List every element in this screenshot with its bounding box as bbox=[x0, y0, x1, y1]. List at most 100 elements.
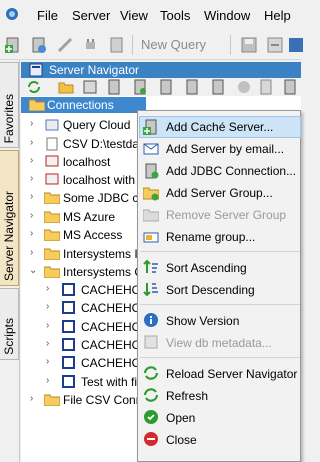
menu-show-version[interactable]: Show Version bbox=[166, 314, 239, 328]
close-icon bbox=[144, 432, 158, 446]
menu-close[interactable]: Close bbox=[166, 433, 197, 447]
tab-scripts[interactable]: Scripts bbox=[0, 288, 19, 360]
server-navigator-icon bbox=[29, 63, 43, 77]
tree-item[interactable]: CACHEHO bbox=[81, 283, 141, 297]
menu-separator bbox=[140, 304, 300, 305]
menu-view[interactable]: View bbox=[120, 8, 148, 23]
open-folder-icon[interactable] bbox=[58, 79, 74, 95]
email-server-icon bbox=[143, 143, 159, 155]
tree-root-connections[interactable]: Connections bbox=[47, 98, 114, 112]
overflow-icon[interactable] bbox=[287, 36, 305, 54]
tree-item[interactable]: localhost with bbox=[63, 173, 135, 187]
stop-icon[interactable] bbox=[236, 79, 252, 95]
server-settings-icon[interactable] bbox=[30, 36, 48, 54]
add-server-icon bbox=[143, 119, 157, 135]
menu-add-cache-server[interactable]: Add Caché Server... bbox=[166, 120, 273, 134]
server-remove-icon[interactable] bbox=[258, 79, 274, 95]
menu-sort-descending[interactable]: Sort Descending bbox=[166, 283, 255, 297]
remove-group-icon bbox=[143, 209, 159, 222]
tree-item[interactable]: MS Azure bbox=[63, 210, 115, 224]
panel-title: Server Navigator bbox=[49, 63, 140, 77]
chevron-down-icon[interactable]: ⌄ bbox=[29, 265, 37, 276]
red-server-icon bbox=[45, 173, 59, 185]
add-jdbc-icon bbox=[145, 163, 159, 179]
info-icon bbox=[144, 313, 158, 327]
tab-server-navigator[interactable]: Server Navigator bbox=[0, 150, 19, 286]
tree-item[interactable]: Query Cloud bbox=[63, 118, 130, 132]
refresh-icon[interactable] bbox=[26, 79, 42, 95]
tree-item[interactable]: localhost bbox=[63, 155, 110, 169]
csv-file-icon bbox=[46, 137, 58, 151]
add-folder-icon[interactable] bbox=[82, 79, 98, 95]
chevron-right-icon[interactable]: › bbox=[30, 137, 33, 148]
menu-open[interactable]: Open bbox=[166, 411, 195, 425]
chevron-right-icon[interactable]: › bbox=[46, 356, 49, 367]
save-icon[interactable] bbox=[240, 36, 258, 54]
rename-icon bbox=[143, 232, 159, 243]
menu-sort-ascending[interactable]: Sort Ascending bbox=[166, 261, 247, 275]
server-info-icon[interactable] bbox=[210, 79, 226, 95]
tree-item[interactable]: CACHEHO bbox=[81, 338, 141, 352]
menu-refresh[interactable]: Refresh bbox=[166, 389, 208, 403]
folder-icon bbox=[44, 211, 60, 223]
tree-item[interactable]: CACHEHO bbox=[81, 301, 141, 315]
menu-add-server-by-email[interactable]: Add Server by email... bbox=[166, 142, 284, 156]
tree-item[interactable]: File CSV Conn bbox=[63, 393, 142, 407]
server-edit-icon[interactable] bbox=[158, 79, 174, 95]
chevron-right-icon[interactable]: › bbox=[30, 191, 33, 202]
tree-item[interactable]: Intersystems II bbox=[63, 247, 141, 261]
menu-separator bbox=[140, 251, 300, 252]
add-server-icon[interactable] bbox=[4, 36, 22, 54]
chevron-right-icon[interactable]: › bbox=[30, 393, 33, 404]
menu-rename-group[interactable]: Rename group... bbox=[166, 230, 255, 244]
server-icon[interactable] bbox=[106, 79, 122, 95]
menu-remove-server-group: Remove Server Group bbox=[166, 208, 287, 222]
folder-open-icon bbox=[29, 99, 45, 111]
database-icon bbox=[62, 301, 75, 314]
folder-open-icon bbox=[44, 266, 60, 278]
menu-server[interactable]: Server bbox=[72, 8, 110, 23]
chevron-right-icon[interactable]: › bbox=[46, 283, 49, 294]
chevron-right-icon[interactable]: › bbox=[46, 375, 49, 386]
database-icon bbox=[62, 356, 75, 369]
tree-item[interactable]: MS Access bbox=[63, 228, 122, 242]
server-edit-icon[interactable] bbox=[282, 79, 298, 95]
chevron-right-icon[interactable]: › bbox=[30, 228, 33, 239]
reload-icon bbox=[143, 366, 159, 380]
plug-icon[interactable] bbox=[82, 36, 100, 54]
server-sync-icon[interactable] bbox=[184, 79, 200, 95]
chevron-right-icon[interactable]: › bbox=[30, 118, 33, 129]
menu-file[interactable]: File bbox=[37, 8, 58, 23]
tree-item[interactable]: Intersystems C bbox=[63, 265, 143, 279]
chevron-right-icon[interactable]: › bbox=[30, 247, 33, 258]
chevron-right-icon[interactable]: › bbox=[30, 155, 33, 166]
menu-tools[interactable]: Tools bbox=[160, 8, 190, 23]
tree-item[interactable]: CACHEHO bbox=[81, 356, 141, 370]
chevron-right-icon[interactable]: › bbox=[46, 320, 49, 331]
cloud-server-icon bbox=[45, 119, 59, 131]
menu-help[interactable]: Help bbox=[264, 8, 291, 23]
new-query-button[interactable]: New Query bbox=[141, 37, 206, 52]
chevron-right-icon[interactable]: › bbox=[46, 338, 49, 349]
menu-add-jdbc-connection[interactable]: Add JDBC Connection... bbox=[166, 164, 296, 178]
folder-icon bbox=[44, 248, 60, 260]
chevron-right-icon[interactable]: › bbox=[30, 173, 33, 184]
menu-window[interactable]: Window bbox=[204, 8, 250, 23]
menu-add-server-group[interactable]: Add Server Group... bbox=[166, 186, 273, 200]
add-group-icon bbox=[143, 187, 159, 201]
menu-reload-server-navigator[interactable]: Reload Server Navigator bbox=[166, 367, 297, 381]
server-add-icon[interactable] bbox=[132, 79, 148, 95]
export-icon[interactable] bbox=[266, 36, 284, 54]
database-icon bbox=[62, 375, 75, 388]
chevron-right-icon[interactable]: › bbox=[30, 210, 33, 221]
disconnect-icon[interactable] bbox=[56, 36, 74, 54]
tree-item[interactable]: Some JDBC co bbox=[63, 191, 145, 205]
tree-item[interactable]: CACHEHO bbox=[81, 320, 141, 334]
server-remove-icon[interactable] bbox=[108, 36, 126, 54]
chevron-right-icon[interactable]: › bbox=[46, 301, 49, 312]
tab-favorites[interactable]: Favorites bbox=[0, 62, 19, 148]
tree-item[interactable]: Test with fi bbox=[81, 375, 137, 389]
menu-view-db-metadata: View db metadata... bbox=[166, 336, 272, 350]
database-icon bbox=[62, 283, 75, 296]
sort-descending-icon bbox=[143, 283, 158, 297]
